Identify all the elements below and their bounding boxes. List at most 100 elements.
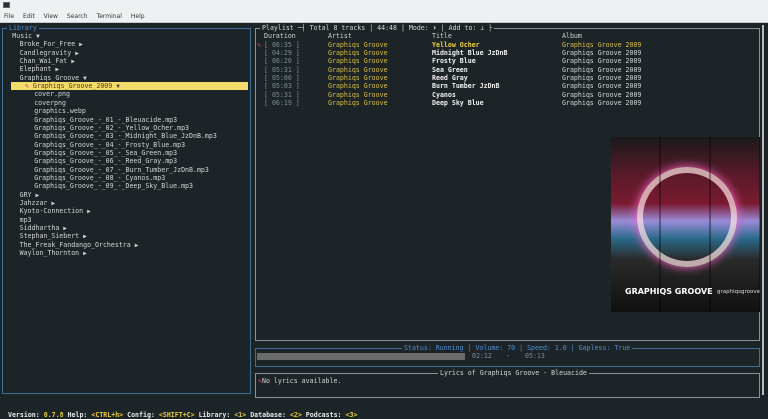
track-title[interactable]: Frosty Blue (432, 57, 476, 65)
collapsed-arrow-icon[interactable]: ▶ (51, 200, 55, 207)
track-duration[interactable]: [ 05:31 ] (264, 91, 300, 99)
track-album[interactable]: Graphiqs Groove 2009 (562, 57, 641, 65)
library-item[interactable]: GRY ▶ (20, 191, 40, 199)
track-duration[interactable]: [ 06:19 ] (264, 99, 300, 107)
header-title[interactable]: Title (432, 32, 452, 40)
menu-file[interactable]: File (4, 13, 14, 20)
collapsed-arrow-icon[interactable]: ▶ (71, 58, 75, 65)
track-artist[interactable]: Graphiqs Groove (328, 82, 388, 90)
total-time: 05:13 (525, 352, 545, 360)
expanded-arrow-icon[interactable]: ▼ (116, 83, 120, 90)
library-item[interactable]: Stephan_Siebert ▶ (20, 232, 87, 240)
library-item[interactable]: coverpng (34, 99, 66, 107)
collapsed-arrow-icon[interactable]: ▶ (63, 225, 67, 232)
collapsed-arrow-icon[interactable]: ▶ (36, 192, 40, 199)
lyrics-panel[interactable]: Lyrics of Graphiqs Groove - Bleuacide ✎N… (255, 369, 760, 398)
collapsed-arrow-icon[interactable]: ▶ (75, 50, 79, 57)
track-album[interactable]: Graphiqs Groove 2009 (562, 41, 641, 49)
track-artist[interactable]: Graphiqs Groove (328, 49, 388, 57)
track-title[interactable]: Midnight Blue JzDnB (432, 49, 507, 57)
library-item[interactable]: Waylon_Thornton ▶ (20, 249, 87, 257)
library-item[interactable]: Graphiqs_Groove_-_01_-_Bleuacide.mp3 (34, 116, 177, 124)
track-album[interactable]: Graphiqs Groove 2009 (562, 49, 641, 57)
collapsed-arrow-icon[interactable]: ▶ (83, 250, 87, 257)
expanded-arrow-icon[interactable]: ▼ (36, 33, 40, 40)
track-title[interactable]: Reed Gray (432, 74, 468, 82)
library-item[interactable]: Elephant ▶ (20, 65, 59, 73)
library-title: Library (7, 24, 39, 32)
track-duration[interactable]: [ 06:35 ] (264, 41, 300, 49)
header-artist[interactable]: Artist (328, 32, 352, 40)
library-item-label: Elephant (19, 65, 52, 74)
database-label: Database: (246, 411, 290, 419)
track-artist[interactable]: Graphiqs Groove (328, 41, 388, 49)
library-item-label: Stephan_Siebert (19, 232, 80, 241)
track-title[interactable]: Deep Sky Blue (432, 99, 484, 107)
track-album[interactable]: Graphiqs Groove 2009 (562, 82, 641, 90)
collapsed-arrow-icon[interactable]: ▶ (135, 242, 139, 249)
menu-search[interactable]: Search (67, 13, 88, 20)
track-album[interactable]: Graphiqs Groove 2009 (562, 66, 641, 74)
collapsed-arrow-icon[interactable]: ▶ (79, 41, 83, 48)
database-key: <2> (289, 411, 302, 419)
library-item-label: Graphiqs_Groove_-_06_-_Reed_Gray.mp3 (34, 157, 178, 166)
collapsed-arrow-icon[interactable]: ▶ (87, 208, 91, 215)
library-item-label: Graphiqs_Groove_-_05_-_Sea_Green.mp3 (34, 148, 178, 157)
track-duration[interactable]: [ 05:03 ] (264, 82, 300, 90)
menu-help[interactable]: Help (131, 13, 145, 20)
library-item[interactable]: Graphiqs_Groove_-_06_-_Reed_Gray.mp3 (34, 157, 177, 165)
collapsed-arrow-icon[interactable]: ▶ (83, 233, 87, 240)
track-duration[interactable]: [ 04:29 ] (264, 49, 300, 57)
library-item[interactable]: Graphiqs_Groove ▼ (20, 74, 87, 82)
library-item[interactable]: Siddhartha ▶ (20, 224, 67, 232)
collapsed-arrow-icon[interactable]: ▶ (55, 66, 59, 73)
library-item[interactable]: Jahzzar ▶ (20, 199, 55, 207)
track-album[interactable]: Graphiqs Groove 2009 (562, 99, 641, 107)
library-item[interactable]: Broke_For_Free ▶ (20, 40, 83, 48)
library-item[interactable]: Graphiqs_Groove_-_05_-_Sea_Green.mp3 (34, 149, 177, 157)
library-item[interactable]: mp3 (20, 216, 32, 224)
track-artist[interactable]: Graphiqs Groove (328, 66, 388, 74)
track-title[interactable]: Burn Tumber JzDnB (432, 82, 500, 90)
track-title[interactable]: Sea Green (432, 66, 468, 74)
version-label: Version: (7, 411, 44, 419)
track-title[interactable]: Cyanos (432, 91, 456, 99)
track-artist[interactable]: Graphiqs Groove (328, 74, 388, 82)
track-duration[interactable]: [ 06:20 ] (264, 57, 300, 65)
library-item[interactable]: Graphiqs_Groove_-_08_-_Cyanos.mp3 (34, 174, 165, 182)
library-panel[interactable]: Library Music ▼ Broke_For_Free ▶ Candlegra… (2, 24, 251, 394)
track-album[interactable]: Graphiqs Groove 2009 (562, 91, 641, 99)
library-item[interactable]: cover.png (34, 90, 70, 98)
library-item[interactable]: The_Freak_Fandango_Orchestra ▶ (20, 241, 139, 249)
track-duration[interactable]: [ 05:00 ] (264, 74, 300, 82)
track-duration[interactable]: [ 05:31 ] (264, 66, 300, 74)
library-item[interactable]: Graphiqs_Groove_-_04_-_Frosty_Blue.mp3 (34, 141, 185, 149)
library-item[interactable]: Candlegravity ▶ (20, 49, 79, 57)
library-item[interactable]: Graphiqs_Groove_-_03_-_Midnight_Blue_JzD… (34, 132, 217, 140)
track-artist[interactable]: Graphiqs Groove (328, 99, 388, 107)
progress-bar[interactable] (257, 353, 465, 360)
library-item[interactable]: Graphiqs_Groove_-_09_-_Deep_Sky_Blue.mp3 (34, 182, 193, 190)
library-item[interactable]: Kyoto-Connection ▶ (20, 207, 91, 215)
help-label: Help: (63, 411, 92, 419)
scrollbar[interactable] (762, 25, 764, 395)
menu-view[interactable]: View (44, 13, 58, 20)
track-artist[interactable]: Graphiqs Groove (328, 57, 388, 65)
track-album[interactable]: Graphiqs Groove 2009 (562, 74, 641, 82)
header-album[interactable]: Album (562, 32, 582, 40)
header-duration[interactable]: Duration (264, 32, 296, 40)
playlist-title: Playlist ─┤ Total 8 tracks | 44:48 | Mod… (260, 24, 495, 32)
menu-bar: File Edit View Search Terminal Help (0, 11, 768, 23)
library-item[interactable]: Chan_Wai_Fat ▶ (20, 57, 75, 65)
menu-terminal[interactable]: Terminal (97, 13, 122, 20)
library-item[interactable]: graphics.webp (34, 107, 86, 115)
library-item[interactable]: Graphiqs_Groove_-_07_-_Burn_Tumber_JzDnB… (34, 166, 209, 174)
library-item[interactable]: ✎ Graphiqs_Groove_2009 ▼ (11, 82, 248, 91)
track-title[interactable]: Yellow Ocher (432, 41, 480, 49)
track-artist[interactable]: Graphiqs Groove (328, 91, 388, 99)
time-separator: - (506, 352, 510, 360)
menu-edit[interactable]: Edit (23, 13, 35, 20)
library-item[interactable]: Graphiqs_Groove_-_02_-_Yellow_Ocher.mp3 (34, 124, 189, 132)
library-item[interactable]: Music ▼ (12, 32, 39, 40)
expanded-arrow-icon[interactable]: ▼ (83, 75, 87, 82)
